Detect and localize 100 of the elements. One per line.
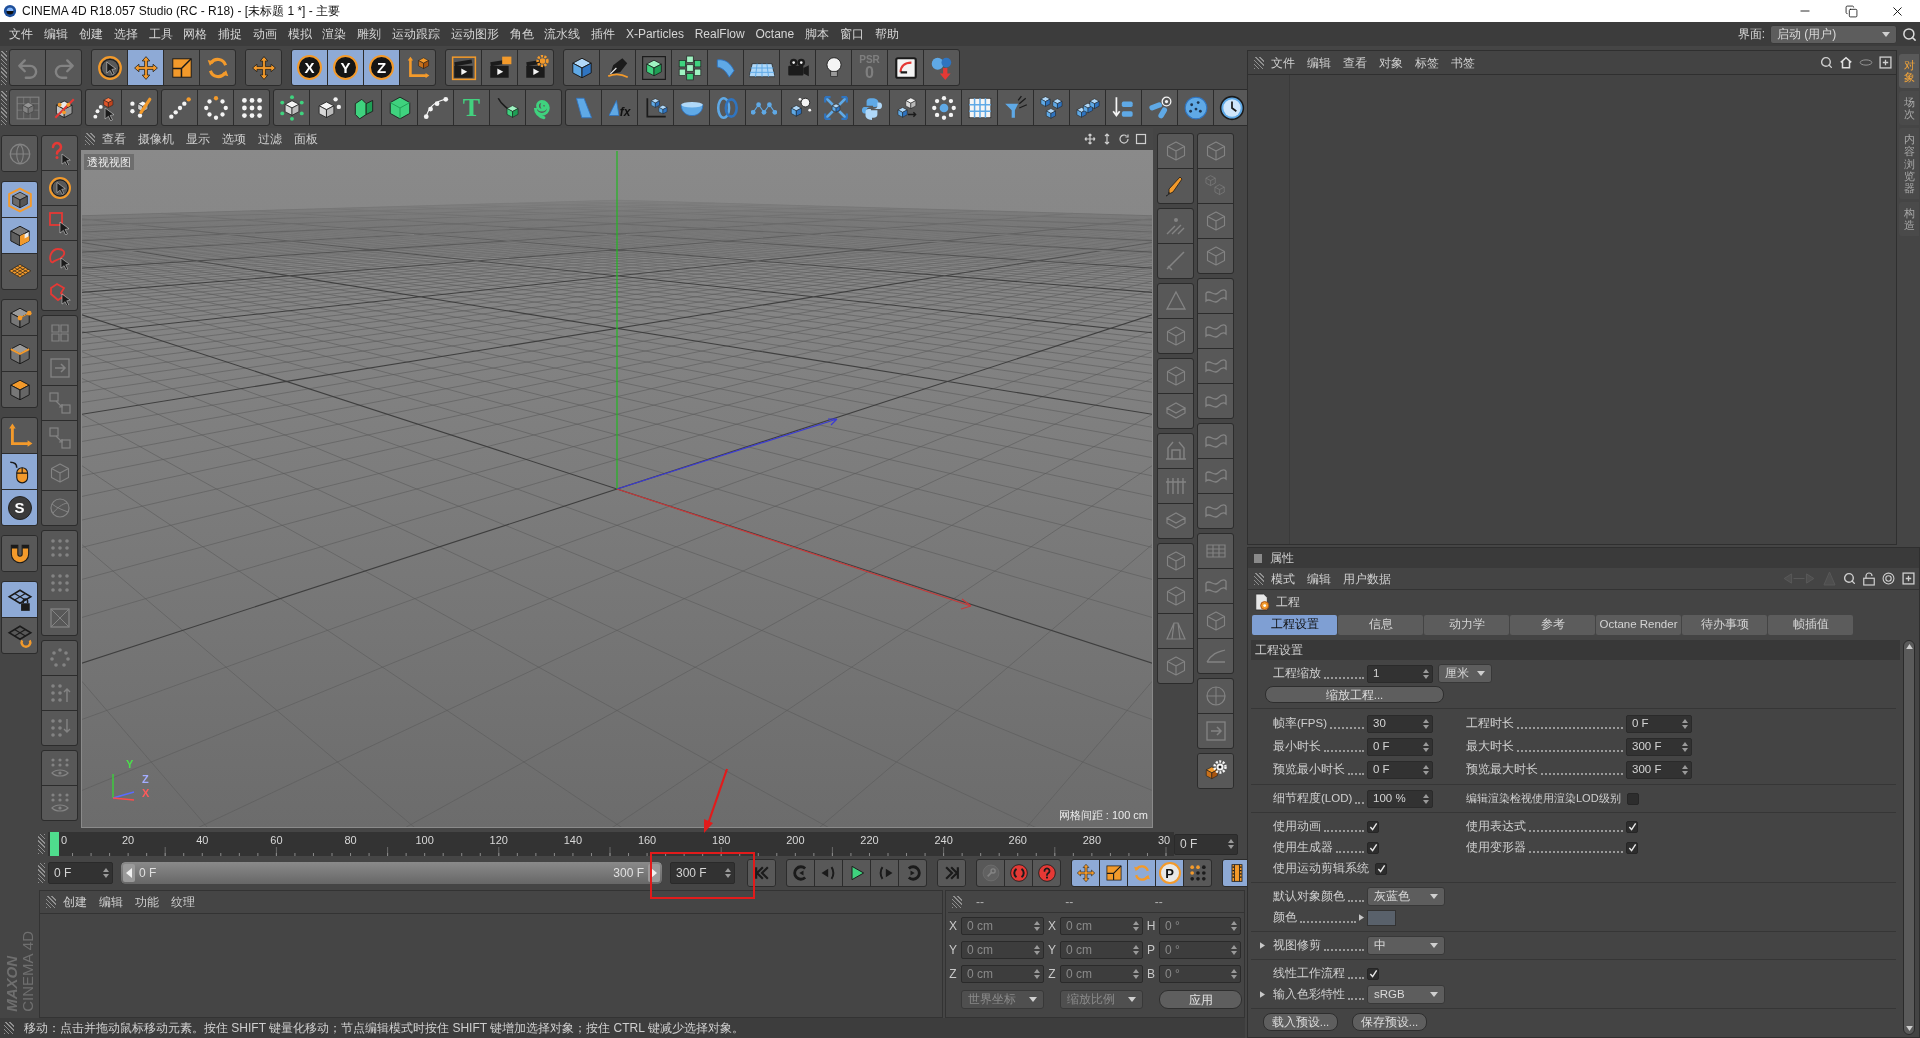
menu-item[interactable]: 渲染 xyxy=(317,25,352,43)
slanted-shape-button[interactable] xyxy=(566,90,601,125)
spinner-arrows-icon[interactable] xyxy=(1231,969,1237,979)
tab[interactable]: Octane Render xyxy=(1596,615,1681,635)
bowl-button[interactable] xyxy=(674,90,709,125)
checkbox[interactable] xyxy=(1367,841,1379,854)
side-tab[interactable]: 构造 xyxy=(1899,201,1919,237)
grip-handle[interactable] xyxy=(1254,56,1264,69)
grip-handle[interactable] xyxy=(85,133,95,145)
scrollbar[interactable] xyxy=(1903,640,1915,1035)
text-tool-button[interactable]: T xyxy=(454,90,489,125)
scale-project-button[interactable]: 缩放工程... xyxy=(1265,686,1444,703)
p-button[interactable]: P xyxy=(1156,860,1183,886)
menu-item[interactable]: 标签 xyxy=(1410,53,1444,72)
subdivision-cube-button[interactable] xyxy=(636,50,671,85)
mouse-button[interactable] xyxy=(2,454,37,489)
side-tab[interactable]: 内容浏览器 xyxy=(1899,128,1919,199)
menu-item[interactable]: 查看 xyxy=(97,130,131,148)
menu-item[interactable]: 插件 xyxy=(585,25,621,43)
menu-item[interactable]: 创建 xyxy=(58,893,92,911)
gear-cube-button[interactable] xyxy=(1198,754,1233,788)
search-icon[interactable] xyxy=(1820,56,1833,69)
cube-cursor-button[interactable] xyxy=(86,90,121,125)
number-field[interactable]: 100 % xyxy=(1367,789,1433,808)
diagonal-dots-button[interactable] xyxy=(162,90,197,125)
checker-cube-button[interactable] xyxy=(2,218,37,253)
move-arrows-button[interactable] xyxy=(128,50,163,85)
cube-ring-button[interactable] xyxy=(672,50,707,85)
expand-arrow-icon[interactable] xyxy=(1259,942,1265,949)
current-frame-field[interactable]: 0 F xyxy=(1174,833,1238,855)
cube-edge-button[interactable] xyxy=(2,336,37,371)
light-bulb-button[interactable] xyxy=(816,50,851,85)
curve-cube-button[interactable] xyxy=(490,90,525,125)
rings-button[interactable] xyxy=(710,90,745,125)
grip-handle[interactable] xyxy=(4,1022,14,1034)
axis-lock-button[interactable]: Y xyxy=(328,50,363,85)
capsule-target-button[interactable] xyxy=(1142,90,1177,125)
layout-dropdown[interactable]: 启动 (用户) xyxy=(1770,24,1897,44)
dropdown[interactable]: 中 xyxy=(1367,936,1445,955)
spinner-arrows-icon[interactable] xyxy=(1423,741,1429,752)
tile-grid-button[interactable] xyxy=(962,90,997,125)
axes-cubes-button[interactable] xyxy=(638,90,673,125)
cube-cluster-button[interactable] xyxy=(1034,90,1069,125)
clock-button[interactable] xyxy=(1214,90,1249,125)
pen-nib-button[interactable] xyxy=(600,50,635,85)
cube-sphere-button[interactable] xyxy=(782,90,817,125)
menu-item[interactable]: 帮助 xyxy=(869,25,904,43)
spinner-arrows-icon[interactable] xyxy=(1682,764,1688,775)
spinner-arrows-icon[interactable] xyxy=(1133,921,1139,931)
rectangle-cursor-button[interactable] xyxy=(42,206,77,240)
rotate-icon[interactable] xyxy=(1118,133,1130,145)
skip-start-button[interactable] xyxy=(748,860,775,886)
menu-item[interactable]: 编辑 xyxy=(1302,53,1336,72)
search-icon[interactable] xyxy=(1902,26,1917,42)
step-back-button[interactable] xyxy=(815,860,842,886)
menu-item[interactable]: 捕捉 xyxy=(212,25,248,43)
cursor-circle-button[interactable] xyxy=(92,50,127,85)
grip-handle[interactable] xyxy=(38,863,45,883)
menu-item[interactable]: 摄像机 xyxy=(133,130,179,148)
left-handle-icon[interactable] xyxy=(123,864,135,882)
spinner-arrows-icon[interactable] xyxy=(725,868,731,878)
menu-item[interactable]: 模式 xyxy=(1266,569,1300,588)
menu-item[interactable]: 查看 xyxy=(1338,53,1372,72)
number-field[interactable]: 300 F xyxy=(1626,737,1692,756)
dot-ring-button[interactable] xyxy=(198,90,233,125)
spinner-arrows-icon[interactable] xyxy=(1423,764,1429,775)
grid-rotate-button[interactable] xyxy=(2,618,37,653)
dropdown[interactable]: 灰蓝色 xyxy=(1367,887,1445,906)
menu-item[interactable]: 过滤 xyxy=(253,130,287,148)
menu-item[interactable]: RealFlow xyxy=(689,25,751,43)
clapperboard-button[interactable] xyxy=(446,50,481,85)
grip-handle[interactable] xyxy=(38,834,45,854)
number-field[interactable]: 30 xyxy=(1367,714,1433,733)
menu-item[interactable]: 角色 xyxy=(504,25,539,43)
checkbox[interactable] xyxy=(1626,841,1638,854)
menu-item[interactable]: 运动图形 xyxy=(445,25,505,43)
menu-item[interactable]: 创建 xyxy=(73,25,109,43)
grip-handle[interactable] xyxy=(1254,572,1264,585)
record-circle-button[interactable] xyxy=(1005,860,1032,886)
scale-square-button[interactable] xyxy=(164,50,199,85)
timeline-ruler[interactable]: 0 20 40 60 80 100 120 140 160 180 200 220 240 260 280 30 xyxy=(48,832,1174,856)
cube-points-button[interactable] xyxy=(310,90,345,125)
range-slider[interactable]: 0 F 300 F xyxy=(121,862,662,884)
move-arrows-icon[interactable] xyxy=(1084,133,1096,145)
snap-button[interactable]: S xyxy=(2,490,37,525)
menu-item[interactable]: 模拟 xyxy=(282,25,318,43)
cube-face-button[interactable] xyxy=(2,372,37,407)
axes-button[interactable] xyxy=(2,418,37,453)
checkbox[interactable] xyxy=(1626,792,1639,805)
tab[interactable]: 动力学 xyxy=(1424,615,1509,635)
menu-item[interactable]: 对象 xyxy=(1374,53,1408,72)
brush-button[interactable] xyxy=(1158,169,1193,203)
skip-end-button[interactable] xyxy=(938,860,965,886)
floor-grid-button[interactable] xyxy=(744,50,779,85)
tab[interactable]: 待办事项 xyxy=(1682,615,1767,635)
tab[interactable]: 信息 xyxy=(1338,615,1423,635)
brush-cube-button[interactable] xyxy=(122,90,157,125)
tab[interactable]: 参考 xyxy=(1510,615,1595,635)
spinner-arrows-icon[interactable] xyxy=(1423,718,1429,729)
target-icon[interactable] xyxy=(1882,572,1895,585)
